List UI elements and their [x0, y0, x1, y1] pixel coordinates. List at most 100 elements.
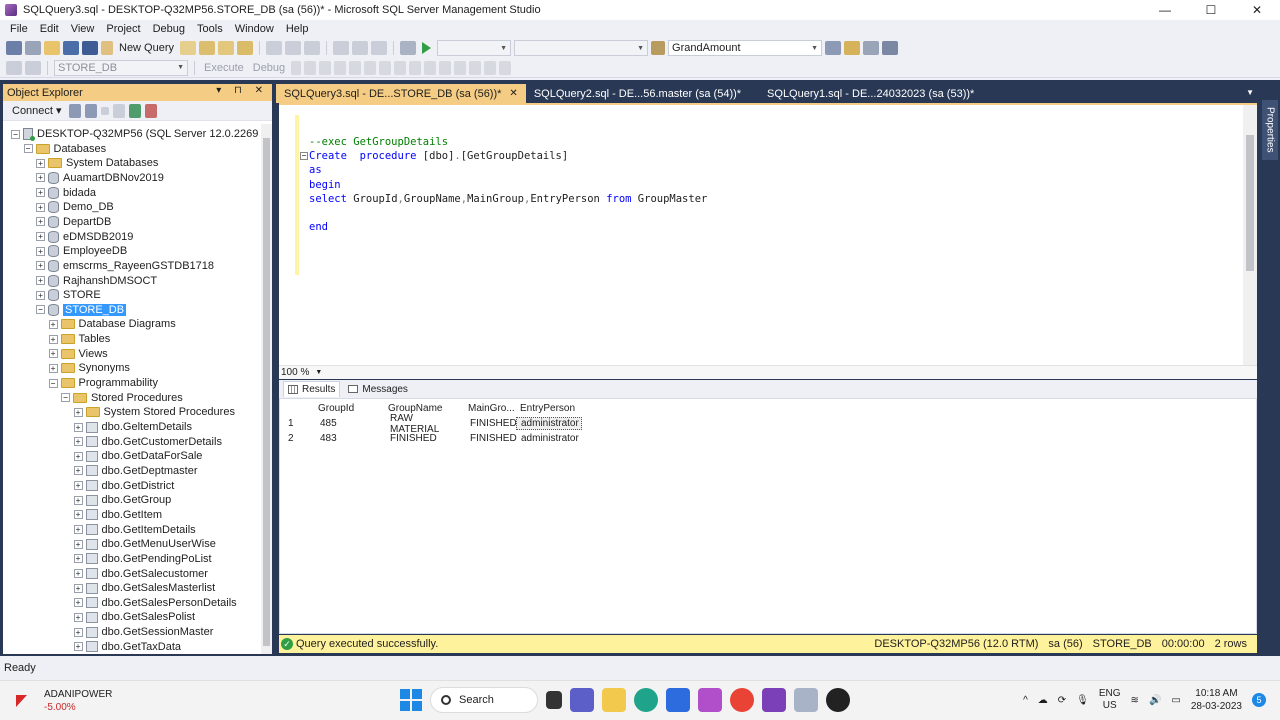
filter-icon[interactable] [112, 103, 125, 118]
cell-groupname[interactable]: RAW MATERIAL [384, 413, 464, 435]
teams-icon[interactable] [570, 688, 594, 712]
expand-icon[interactable]: + [73, 539, 83, 549]
notification-badge[interactable]: 5 [1252, 693, 1266, 707]
tree-node[interactable]: + dbo.GetTaxData [73, 640, 181, 654]
column-header-maingroup[interactable]: MainGro... [464, 403, 516, 414]
window-layout-icon[interactable] [882, 41, 899, 55]
disconnect-icon[interactable] [25, 60, 41, 75]
table-row[interactable]: 1 485 RAW MATERIAL FINISHED administrato… [284, 413, 586, 435]
expand-icon[interactable]: + [73, 554, 83, 564]
collapse-region-icon[interactable]: − [300, 152, 308, 160]
code-line[interactable]: Create procedure [dbo].[GetGroupDetails] [309, 149, 707, 163]
store-icon[interactable] [666, 688, 690, 712]
row-number[interactable]: 1 [284, 418, 314, 429]
tree-node[interactable]: + RajhanshDMSOCT [36, 274, 157, 288]
comment-icon[interactable] [439, 60, 452, 75]
show-hidden-icons-icon[interactable]: ^ [1023, 695, 1028, 706]
sync-icon[interactable]: ⟳ [1058, 695, 1066, 706]
code-line[interactable]: --exec GetGroupDetails [309, 135, 707, 149]
tree-node[interactable]: − Stored Procedures [61, 391, 183, 405]
outdent-icon[interactable] [484, 60, 497, 75]
tree-node[interactable]: + dbo.GetSalesPolist [73, 610, 195, 624]
tree-node[interactable]: + dbo.GetCustomerDetails [73, 435, 222, 449]
tab-messages[interactable]: Messages [344, 381, 412, 397]
task-view-icon[interactable] [546, 691, 562, 709]
tree-node[interactable]: − DESKTOP-Q32MP56 (SQL Server 12.0.2269 -… [11, 127, 261, 141]
connect-icon[interactable] [6, 60, 22, 75]
cell-groupname[interactable]: FINISHED [384, 433, 464, 444]
save-icon[interactable] [63, 41, 79, 55]
connect-server-icon[interactable] [68, 103, 81, 118]
find-combo[interactable]: GrandAmount ▼ [668, 40, 823, 56]
scrollbar-thumb[interactable] [1246, 135, 1254, 271]
code-line[interactable]: select GroupId,GroupName,MainGroup,Entry… [309, 192, 707, 206]
close-button[interactable]: ✕ [1234, 0, 1280, 20]
expand-icon[interactable]: + [73, 451, 83, 461]
debug-button[interactable]: Debug [250, 62, 288, 74]
actual-plan-icon[interactable] [364, 60, 377, 75]
disconnect-server-icon[interactable] [84, 103, 97, 118]
collapse-icon[interactable]: − [61, 393, 70, 403]
tree-node[interactable]: + Views [48, 347, 108, 361]
expand-icon[interactable]: + [73, 495, 83, 505]
parse-icon[interactable] [304, 60, 317, 75]
copy-icon[interactable] [285, 41, 302, 55]
clock[interactable]: 10:18 AM 28-03-2023 [1191, 687, 1242, 713]
find-in-files-icon[interactable] [651, 41, 666, 55]
cell-maingroup[interactable]: FINISHED [464, 418, 517, 429]
object-explorer-icon[interactable] [825, 41, 842, 55]
tree-node[interactable]: + DepartDB [36, 215, 111, 229]
start-debugging-icon[interactable] [422, 42, 432, 54]
indent-icon[interactable] [469, 60, 482, 75]
registered-servers-icon[interactable] [844, 41, 861, 55]
cell-groupid[interactable]: 485 [314, 418, 384, 429]
code-line[interactable]: as [309, 163, 707, 177]
expand-icon[interactable]: + [73, 510, 83, 520]
collapse-icon[interactable]: − [23, 144, 33, 154]
tree-node[interactable]: + dbo.GetDataForSale [73, 449, 202, 463]
expand-icon[interactable]: + [73, 481, 83, 491]
cell-entryperson[interactable]: administrator [516, 417, 582, 430]
execute-button[interactable]: Execute [201, 62, 247, 74]
expand-icon[interactable]: + [36, 232, 45, 242]
tree-node[interactable]: + dbo.GetPendingPoList [73, 552, 212, 566]
menu-view[interactable]: View [65, 23, 101, 35]
cut-icon[interactable] [266, 41, 283, 55]
cell-groupid[interactable]: 483 [314, 433, 384, 444]
specify-values-icon[interactable] [499, 60, 512, 75]
results-grid-icon[interactable] [409, 60, 422, 75]
client-stats-icon[interactable] [379, 60, 392, 75]
tree-node[interactable]: + dbo.GetDeptmaster [73, 464, 198, 478]
wifi-icon[interactable]: ≋ [1131, 695, 1139, 706]
properties-side-tab[interactable]: Properties [1262, 100, 1278, 160]
menu-edit[interactable]: Edit [34, 23, 65, 35]
menu-help[interactable]: Help [280, 23, 315, 35]
language-indicator[interactable]: ENG US [1099, 688, 1121, 712]
refresh-icon[interactable] [128, 103, 141, 118]
menu-file[interactable]: File [4, 23, 34, 35]
expand-icon[interactable]: + [48, 349, 58, 359]
panel-controls[interactable]: ▾ ⊓ ✕ [216, 85, 268, 96]
analysis-query-icon[interactable] [199, 41, 216, 55]
display-plan-icon[interactable] [319, 60, 332, 75]
tab-sqlquery2[interactable]: SQLQuery2.sql - DE...56.master (sa (54))… [526, 84, 749, 103]
taskbar-search[interactable]: Search [430, 687, 538, 713]
expand-icon[interactable]: + [73, 642, 83, 652]
new-query-button[interactable]: New Query [116, 42, 177, 54]
expand-icon[interactable]: + [73, 525, 83, 535]
expand-icon[interactable]: + [48, 363, 58, 373]
tree-node[interactable]: − Databases [23, 142, 106, 156]
tree-node[interactable]: + dbo.GetSalesMasterlist [73, 581, 215, 595]
tab-overflow-icon[interactable]: ▼ [1246, 88, 1254, 97]
expand-icon[interactable]: + [36, 158, 45, 168]
navigate-icon[interactable] [371, 41, 388, 55]
tree-node[interactable]: + dbo.GetSessionMaster [73, 625, 213, 639]
cell-entryperson[interactable]: administrator [516, 433, 582, 444]
expand-icon[interactable]: + [36, 276, 45, 285]
expand-icon[interactable]: + [36, 290, 45, 300]
redo-icon[interactable] [352, 41, 369, 55]
expand-icon[interactable]: + [36, 217, 45, 227]
file-explorer-icon[interactable] [602, 688, 626, 712]
expand-icon[interactable]: + [73, 627, 83, 637]
chrome-icon[interactable] [730, 688, 754, 712]
